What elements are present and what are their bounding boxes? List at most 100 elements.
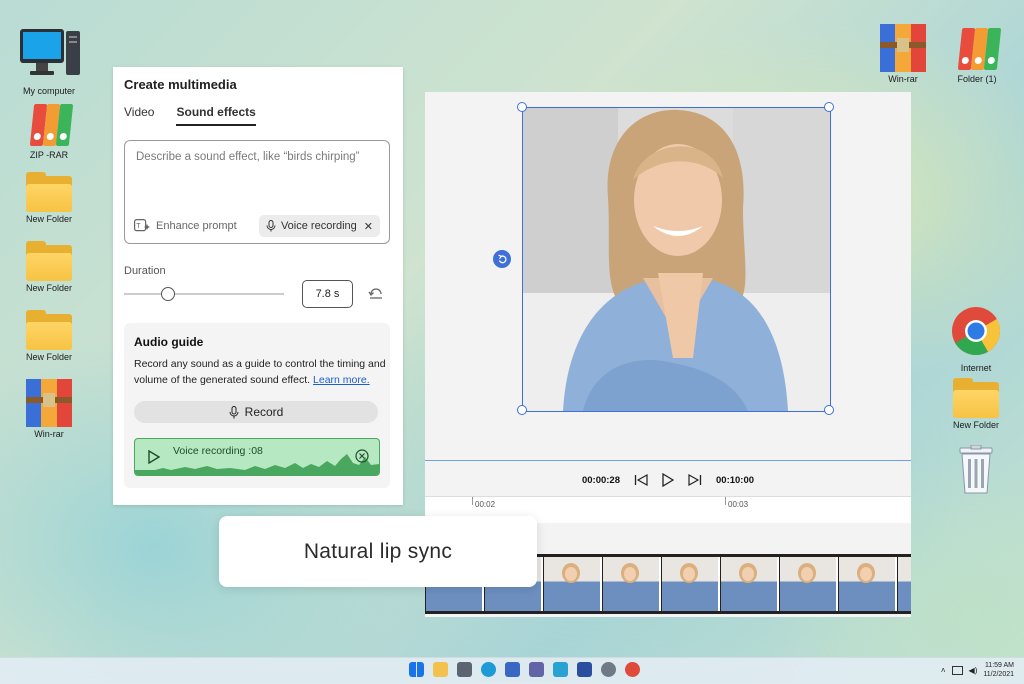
feature-caption: Natural lip sync: [303, 539, 453, 563]
audio-guide-title: Audio guide: [134, 335, 204, 349]
desktop-icon-label: Folder (1): [957, 74, 997, 84]
desktop-icon-zip-rar[interactable]: ZIP -RAR: [13, 102, 85, 160]
voice-recording-clip[interactable]: Voice recording :08: [134, 438, 380, 476]
rotate-button[interactable]: [493, 250, 511, 268]
learn-more-link[interactable]: Learn more.: [313, 374, 370, 386]
video-frame-thumbnail: [780, 557, 838, 611]
desktop-icon-new-folder-3[interactable]: New Folder: [13, 310, 85, 362]
desktop-icon-my-computer[interactable]: My computer: [13, 27, 85, 96]
duration-slider[interactable]: [124, 287, 284, 301]
desktop-icon-label: ZIP -RAR: [29, 150, 69, 160]
video-frame-thumbnail: [662, 557, 720, 611]
photos-icon[interactable]: [553, 662, 568, 677]
windows-start-icon[interactable]: [409, 662, 424, 677]
resize-handle-bl[interactable]: [517, 405, 527, 415]
reset-icon[interactable]: [368, 285, 384, 301]
desktop-icon-label: Win-rar: [34, 429, 64, 439]
tab-sound-effects[interactable]: Sound effects: [176, 105, 256, 126]
microphone-icon: [229, 405, 239, 418]
desktop-icon-label: New Folder: [952, 420, 999, 430]
folder-icon: [953, 378, 999, 418]
folder-icon: [26, 172, 72, 212]
desktop-icon-folder-1[interactable]: Folder (1): [941, 26, 1013, 84]
desktop-icon-label: Internet: [960, 363, 992, 373]
audio-guide-card: Audio guide Record any sound as a guide …: [124, 323, 390, 488]
ruler-mark: 00:02: [475, 500, 496, 509]
chevron-up-icon[interactable]: ˄: [941, 666, 946, 675]
skip-forward-icon[interactable]: [688, 474, 702, 486]
network-icon[interactable]: [951, 665, 963, 675]
sparkle-text-icon: T: [134, 219, 150, 232]
skip-back-icon[interactable]: [634, 474, 648, 486]
desktop-icon-win-rar[interactable]: Win-rar: [13, 379, 85, 439]
record-button-label: Record: [244, 405, 284, 419]
app-icon[interactable]: [577, 662, 592, 677]
volume-icon[interactable]: ◀): [969, 666, 978, 675]
store-icon[interactable]: [505, 662, 520, 677]
desktop-icon-label: New Folder: [25, 352, 72, 362]
clock-date: 11/2/2021: [983, 671, 1014, 678]
desktop-icon-label: New Folder: [25, 214, 72, 224]
binders-icon: [26, 102, 74, 148]
play-icon[interactable]: [148, 450, 160, 464]
desktop-icon-recycle-bin[interactable]: [940, 444, 1012, 500]
resize-handle-tl[interactable]: [517, 102, 527, 112]
microphone-icon: [266, 220, 276, 232]
settings-icon[interactable]: [601, 662, 616, 677]
desktop-icon-new-folder-right[interactable]: New Folder: [940, 378, 1012, 430]
record-button[interactable]: Record: [134, 401, 378, 423]
ruler-mark: 00:03: [728, 500, 749, 509]
feature-caption-card: Natural lip sync: [219, 516, 537, 587]
desktop-icon-label: My computer: [22, 86, 75, 96]
folder-icon: [26, 310, 72, 350]
desktop-icon-internet[interactable]: Internet: [940, 306, 1012, 373]
desktop-icon-label: New Folder: [25, 283, 72, 293]
resize-handle-br[interactable]: [824, 405, 834, 415]
file-explorer-icon[interactable]: [433, 662, 448, 677]
chrome-taskbar-icon[interactable]: [625, 662, 640, 677]
play-icon[interactable]: [662, 473, 674, 487]
voice-recording-chip[interactable]: Voice recording ✕: [258, 215, 380, 237]
system-tray: ˄ ◀) 11:59 AM 11/2/2021: [941, 661, 1014, 679]
video-frame-thumbnail: [544, 557, 602, 611]
close-circle-icon[interactable]: [355, 449, 369, 463]
winrar-icon: [880, 24, 926, 72]
panel-tabs: Video Sound effects: [124, 105, 278, 126]
video-canvas[interactable]: [522, 107, 831, 412]
duration-label: Duration: [124, 265, 166, 277]
desktop-icon-win-rar-top[interactable]: Win-rar: [867, 24, 939, 84]
video-frame-thumbnail: [721, 557, 779, 611]
desktop-icon-new-folder-2[interactable]: New Folder: [13, 241, 85, 293]
enhance-prompt-button[interactable]: T Enhance prompt: [134, 219, 237, 232]
prompt-box: T Enhance prompt Voice recording ✕: [124, 140, 390, 244]
svg-text:T: T: [136, 223, 141, 230]
close-icon[interactable]: ✕: [364, 220, 373, 233]
portrait-image: [523, 108, 830, 411]
enhance-prompt-label: Enhance prompt: [156, 219, 237, 232]
rotate-icon: [497, 253, 507, 263]
computer-icon: [20, 29, 80, 75]
desktop-icon-label: Win-rar: [888, 74, 918, 84]
edge-icon[interactable]: [481, 662, 496, 677]
voice-recording-clip-label: Voice recording :08: [173, 445, 263, 457]
playback-controls: 00:00:28 00:10:00: [425, 460, 911, 499]
resize-handle-tr[interactable]: [824, 102, 834, 112]
video-frame-thumbnail: [898, 557, 911, 611]
duration-slider-knob[interactable]: [161, 287, 176, 301]
clock[interactable]: 11:59 AM 11/2/2021: [983, 661, 1014, 679]
sound-effect-prompt-input[interactable]: [134, 149, 382, 193]
duration-value[interactable]: 7.8 s: [302, 280, 353, 308]
chrome-icon: [952, 307, 1001, 356]
panel-title: Create multimedia: [124, 77, 237, 92]
video-frame-thumbnail: [839, 557, 897, 611]
teams-icon[interactable]: [529, 662, 544, 677]
camera-icon[interactable]: [457, 662, 472, 677]
video-frame-thumbnail: [603, 557, 661, 611]
binders-icon: [954, 26, 1002, 72]
winrar-icon: [26, 379, 72, 427]
create-multimedia-panel: Create multimedia Video Sound effects T …: [113, 67, 403, 505]
recycle-bin-icon: [959, 444, 993, 494]
tab-video[interactable]: Video: [124, 105, 154, 126]
desktop-icon-new-folder-1[interactable]: New Folder: [13, 172, 85, 224]
taskbar: ˄ ◀) 11:59 AM 11/2/2021: [0, 657, 1024, 684]
